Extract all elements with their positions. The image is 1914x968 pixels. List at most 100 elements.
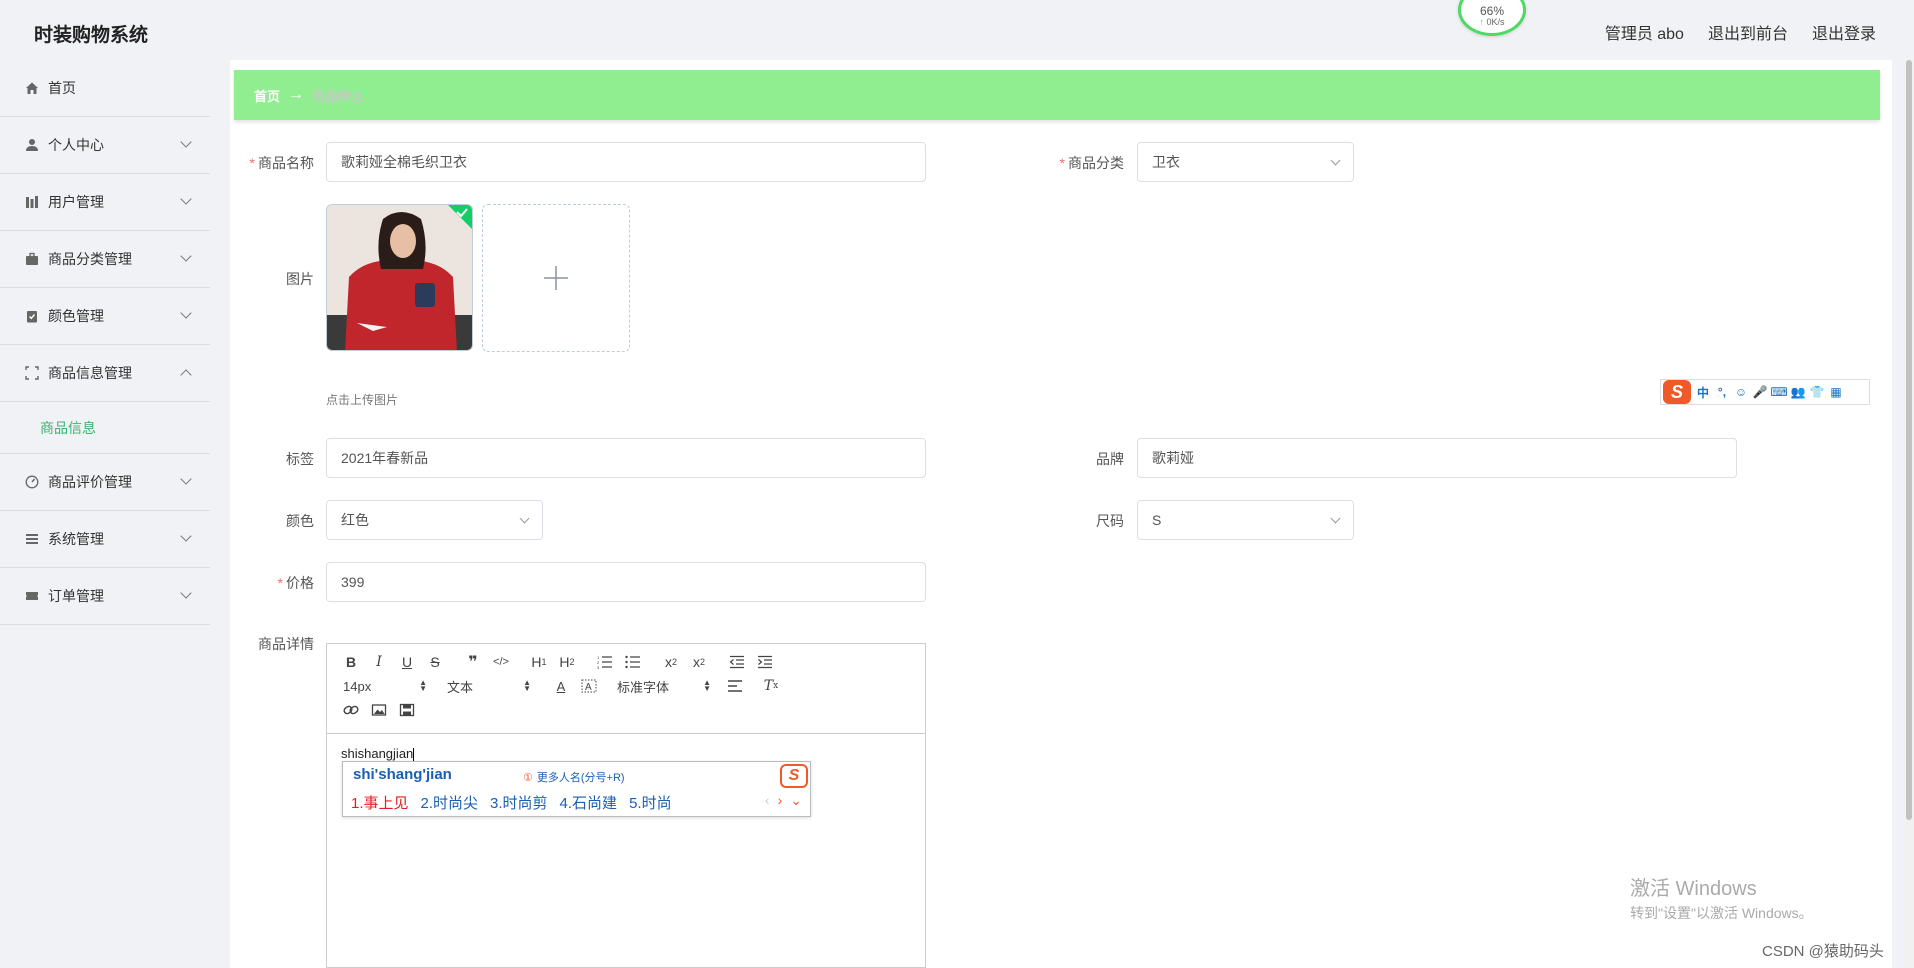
uploaded-image-thumbnail[interactable] bbox=[326, 204, 473, 351]
updown-arrows-icon: ▲ ▼ bbox=[419, 678, 427, 693]
subscript-button[interactable]: x2 bbox=[657, 650, 685, 674]
breadcrumb-home[interactable]: 首页 bbox=[254, 86, 280, 105]
heading2-button[interactable]: H2 bbox=[553, 650, 581, 674]
updown-arrows-icon: ▲ ▼ bbox=[703, 678, 711, 693]
ime-candidate-window: shi'shang'jian ① 更多人名(分号+R) S 1.事上见 2.时尚尖… bbox=[342, 761, 811, 817]
product-name-input[interactable]: 歌莉娅全棉毛织卫衣 bbox=[326, 142, 926, 182]
briefcase-icon bbox=[24, 251, 40, 267]
tag-input[interactable]: 2021年春新品 bbox=[326, 438, 926, 478]
background-color-button[interactable]: A bbox=[575, 674, 603, 698]
code-block-button[interactable]: </> bbox=[487, 650, 515, 674]
breadcrumb: 首页 → 商品信息 bbox=[234, 70, 1880, 120]
chevron-left-icon[interactable]: ‹ bbox=[765, 792, 770, 809]
app-title: 时装购物系统 bbox=[34, 25, 149, 46]
sidebar-item-label: 商品分类管理 bbox=[48, 251, 132, 267]
superscript-button[interactable]: x2 bbox=[685, 650, 713, 674]
ime-candidates: 1.事上见 2.时尚尖 3.时尚剪 4.石尚建 5.时尚 bbox=[351, 792, 672, 813]
outdent-button[interactable] bbox=[723, 650, 751, 674]
upload-add-button[interactable] bbox=[482, 204, 630, 352]
blockquote-button[interactable]: ❞ bbox=[459, 650, 487, 674]
font-size-picker[interactable]: 14px ▲ ▼ bbox=[337, 674, 433, 698]
sogou-logo-icon[interactable]: S bbox=[1663, 380, 1691, 404]
indent-button[interactable] bbox=[751, 650, 779, 674]
text-color-button[interactable]: A bbox=[547, 674, 575, 698]
sidebar-item-label: 首页 bbox=[48, 80, 76, 96]
ime-status-bar[interactable]: S 中 °, ☺ 🎤 ⌨ 👥 👕 ▦ bbox=[1660, 379, 1870, 405]
header-picker[interactable]: 文本 ▲ ▼ bbox=[441, 674, 537, 698]
ticket-icon bbox=[24, 588, 40, 604]
size-select[interactable]: S bbox=[1137, 500, 1354, 540]
ime-toolbox-icon[interactable]: ▦ bbox=[1829, 385, 1843, 399]
sidebar-item-home[interactable]: 首页 bbox=[0, 60, 210, 117]
sidebar-item-profile[interactable]: 个人中心 bbox=[0, 117, 210, 174]
ime-voice-icon[interactable]: 🎤 bbox=[1753, 385, 1768, 399]
brand-input[interactable]: 歌莉娅 bbox=[1137, 438, 1737, 478]
ime-candidate[interactable]: 4.石尚建 bbox=[560, 792, 618, 813]
italic-button[interactable]: I bbox=[365, 650, 393, 674]
ordered-list-button[interactable]: 123 bbox=[591, 650, 619, 674]
bullet-list-button[interactable] bbox=[619, 650, 647, 674]
chevron-down-icon bbox=[180, 587, 192, 599]
chevron-down-icon[interactable]: ⌄ bbox=[790, 792, 802, 809]
tag-label: 标签 bbox=[286, 451, 314, 467]
ime-candidate[interactable]: 5.时尚 bbox=[629, 792, 672, 813]
price-input[interactable]: 399 bbox=[326, 562, 926, 602]
header-links: 管理员 abo 退出到前台 退出登录 bbox=[1605, 20, 1876, 44]
ime-users-icon[interactable]: 👥 bbox=[1791, 385, 1806, 399]
page-scrollbar[interactable] bbox=[1904, 60, 1914, 968]
admin-user-label[interactable]: 管理员 abo bbox=[1605, 20, 1684, 44]
size-label: 尺码 bbox=[1096, 513, 1124, 529]
speed-rate: ↑ 0K/s bbox=[1479, 17, 1505, 27]
sidebar-item-colors[interactable]: 颜色管理 bbox=[0, 288, 210, 345]
underline-button[interactable]: U bbox=[393, 650, 421, 674]
ime-emoji-icon[interactable]: ☺ bbox=[1734, 385, 1748, 399]
dashboard-icon bbox=[24, 474, 40, 490]
chevron-down-icon bbox=[180, 307, 192, 319]
color-select[interactable]: 红色 bbox=[326, 500, 543, 540]
name-label: * 商品名称 bbox=[249, 155, 314, 171]
ime-hint[interactable]: ① 更多人名(分号+R) bbox=[523, 769, 625, 785]
sidebar-item-category[interactable]: 商品分类管理 bbox=[0, 231, 210, 288]
ime-chinese-mode-icon[interactable]: 中 bbox=[1696, 385, 1710, 400]
sidebar-item-label: 商品信息管理 bbox=[48, 365, 132, 381]
sidebar-item-reviews[interactable]: 商品评价管理 bbox=[0, 454, 210, 511]
ime-candidate[interactable]: 3.时尚剪 bbox=[490, 792, 548, 813]
back-to-front-link[interactable]: 退出到前台 bbox=[1708, 20, 1788, 44]
frame-icon bbox=[24, 365, 40, 381]
sidebar-item-label: 颜色管理 bbox=[48, 308, 104, 324]
clear-format-button[interactable]: Tx bbox=[757, 674, 785, 698]
font-family-picker[interactable]: 标准字体 ▲ ▼ bbox=[611, 674, 717, 698]
chevron-down-icon bbox=[1330, 155, 1341, 166]
sogou-logo-icon: S bbox=[780, 764, 808, 788]
ime-candidate[interactable]: 1.事上见 bbox=[351, 792, 409, 813]
submenu-label: 商品信息 bbox=[40, 419, 96, 436]
chevron-down-icon bbox=[180, 193, 192, 205]
category-select[interactable]: 卫衣 bbox=[1137, 142, 1354, 182]
ime-candidate[interactable]: 2.时尚尖 bbox=[421, 792, 479, 813]
chevron-down-icon bbox=[180, 250, 192, 262]
chevron-down-icon bbox=[180, 473, 192, 485]
ime-hint-number: ① bbox=[523, 772, 533, 784]
sidebar-item-system[interactable]: 系统管理 bbox=[0, 511, 210, 568]
image-button[interactable] bbox=[365, 698, 393, 722]
link-button[interactable] bbox=[337, 698, 365, 722]
sidebar-subitem-product-info[interactable]: 商品信息 bbox=[0, 402, 210, 454]
sidebar-item-orders[interactable]: 订单管理 bbox=[0, 568, 210, 625]
scrollbar-thumb[interactable] bbox=[1906, 60, 1912, 820]
chevron-down-icon bbox=[180, 530, 192, 542]
sidebar-item-users[interactable]: 用户管理 bbox=[0, 174, 210, 231]
logout-link[interactable]: 退出登录 bbox=[1812, 20, 1876, 44]
ime-keyboard-icon[interactable]: ⌨ bbox=[1770, 385, 1787, 399]
price-label: * 价格 bbox=[277, 575, 314, 591]
strike-button[interactable]: S bbox=[421, 650, 449, 674]
chevron-right-icon[interactable]: › bbox=[778, 792, 783, 809]
windows-activation-watermark: 激活 Windows 转到"设置"以激活 Windows。 bbox=[1630, 872, 1813, 923]
sidebar-item-product-info[interactable]: 商品信息管理 bbox=[0, 345, 210, 402]
network-speed-widget[interactable]: 66% ↑ 0K/s bbox=[1458, 0, 1526, 36]
bold-button[interactable]: B bbox=[337, 650, 365, 674]
ime-skin-icon[interactable]: 👕 bbox=[1810, 385, 1825, 399]
ime-punctuation-icon[interactable]: °, bbox=[1715, 385, 1729, 399]
heading1-button[interactable]: H1 bbox=[525, 650, 553, 674]
video-button[interactable] bbox=[393, 698, 421, 722]
align-button[interactable] bbox=[721, 674, 749, 698]
